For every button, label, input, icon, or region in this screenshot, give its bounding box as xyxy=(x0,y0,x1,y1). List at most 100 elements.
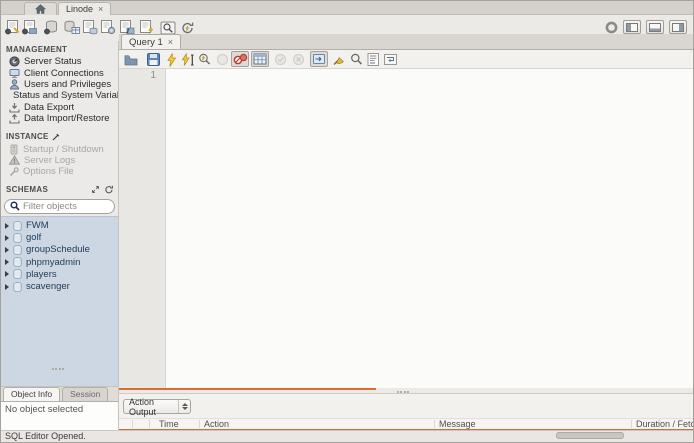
expander-icon[interactable] xyxy=(5,259,9,266)
search-data-icon xyxy=(160,21,175,34)
sidebar-item-users-privileges[interactable]: Users and Privileges xyxy=(1,79,118,90)
limit-rows-button[interactable] xyxy=(251,51,269,67)
sidebar-splitter-grip[interactable] xyxy=(52,368,64,371)
sidebar-item-label: Users and Privileges xyxy=(24,78,112,90)
expander-icon[interactable] xyxy=(5,234,9,241)
create-schema-icon xyxy=(44,20,57,35)
tab-label: Session xyxy=(70,389,101,400)
commit-button[interactable] xyxy=(272,52,288,67)
sidebar-item-label: Data Export xyxy=(24,101,75,113)
schema-item-scavenger[interactable]: scavenger xyxy=(1,280,118,292)
schemas-title-label: SCHEMAS xyxy=(6,184,49,194)
refresh-schemas-icon[interactable] xyxy=(104,185,114,194)
close-icon[interactable]: × xyxy=(98,4,103,14)
stop-query-button[interactable] xyxy=(214,52,230,67)
connection-tabbar: Linode × xyxy=(1,1,693,15)
bottom-panel-icon xyxy=(649,22,661,32)
explain-statement-button[interactable] xyxy=(197,52,213,67)
save-icon xyxy=(146,53,160,66)
horizontal-scrollbar-thumb[interactable] xyxy=(556,432,624,439)
toggle-output-area-button[interactable] xyxy=(646,20,664,34)
home-tab[interactable] xyxy=(24,2,57,15)
stop-icon xyxy=(216,53,228,66)
close-icon[interactable]: × xyxy=(168,37,173,47)
wrap-text-button[interactable] xyxy=(382,52,398,67)
management-section-title: MANAGEMENT xyxy=(1,41,118,56)
invisible-characters-icon xyxy=(367,53,379,66)
schema-icon xyxy=(13,281,22,292)
tab-object-info[interactable]: Object Info xyxy=(3,386,61,401)
connection-tab[interactable]: Linode × xyxy=(58,2,112,15)
find-magnifier-icon xyxy=(350,53,362,65)
tab-query-1[interactable]: Query 1 × xyxy=(121,34,182,49)
tab-session[interactable]: Session xyxy=(62,386,109,401)
users-privileges-icon xyxy=(9,79,20,90)
create-procedure-button[interactable] xyxy=(98,19,117,36)
output-view-label: Action Output xyxy=(129,396,157,417)
output-table-header: Time Action Message Duration / Fetch xyxy=(119,418,693,429)
create-view-button[interactable] xyxy=(80,19,99,36)
create-schema-button[interactable] xyxy=(42,19,61,36)
sidebar-item-data-export[interactable]: Data Export xyxy=(1,102,118,113)
rollback-button[interactable] xyxy=(290,52,306,67)
sql-editor-toolbar xyxy=(119,49,693,69)
sidebar-item-client-connections[interactable]: Client Connections xyxy=(1,67,118,79)
schema-item-phpmyadmin[interactable]: phpmyadmin xyxy=(1,256,118,268)
sidebar-item-server-logs[interactable]: Server Logs xyxy=(1,155,118,166)
open-file-button[interactable] xyxy=(123,52,139,67)
object-info-message: No object selected xyxy=(5,403,84,415)
beautify-script-button[interactable] xyxy=(331,52,347,67)
limit-rows-icon xyxy=(253,53,267,65)
mysql-workbench-window: Linode × MANAGEMENT Server Status Client… xyxy=(0,0,694,443)
server-logs-icon xyxy=(9,155,20,166)
sidebar-item-label: Startup / Shutdown xyxy=(23,143,104,155)
startup-shutdown-icon xyxy=(10,144,18,154)
open-sql-script-button[interactable] xyxy=(20,19,39,36)
toggle-stop-on-error-button[interactable] xyxy=(231,51,249,67)
query-tab-label: Query 1 xyxy=(129,36,163,48)
navigator-sidebar: MANAGEMENT Server Status Client Connecti… xyxy=(1,41,119,442)
invisible-characters-button[interactable] xyxy=(365,52,381,67)
execute-current-statement-button[interactable] xyxy=(180,52,196,67)
create-table-button[interactable] xyxy=(62,19,81,36)
schema-filter-box xyxy=(4,198,115,214)
action-output-selector[interactable]: Action Output xyxy=(123,396,191,417)
execute-statements-button[interactable] xyxy=(163,52,179,67)
sidebar-item-options-file[interactable]: Options File xyxy=(1,166,118,177)
left-panel-icon xyxy=(626,22,638,32)
filter-objects-input[interactable] xyxy=(23,200,109,212)
data-export-icon xyxy=(9,102,20,113)
sidebar-item-server-status[interactable]: Server Status xyxy=(1,56,118,67)
sql-editor[interactable]: 1 xyxy=(119,69,693,388)
edit-instance-icon[interactable] xyxy=(52,133,60,141)
expander-icon[interactable] xyxy=(5,283,9,290)
sidebar-item-startup-shutdown[interactable]: Startup / Shutdown xyxy=(1,143,118,155)
options-file-icon xyxy=(9,167,19,176)
expand-schemas-icon[interactable] xyxy=(91,185,100,194)
create-view-icon xyxy=(83,20,98,35)
expander-icon[interactable] xyxy=(5,246,9,253)
schema-label: phpmyadmin xyxy=(26,256,81,268)
save-script-button[interactable] xyxy=(145,52,161,67)
toggle-autocommit-button[interactable] xyxy=(310,51,328,67)
expander-icon[interactable] xyxy=(5,271,9,278)
toggle-left-sidebar-button[interactable] xyxy=(623,20,641,34)
sidebar-item-system-variables[interactable]: Status and System Variables xyxy=(1,90,118,101)
line-number-gutter: 1 xyxy=(119,69,166,388)
connection-tab-label: Linode xyxy=(66,4,94,14)
status-indicator-icon xyxy=(605,21,618,33)
schema-item-fwm[interactable]: FWM xyxy=(1,220,118,232)
search-icon xyxy=(10,201,20,211)
sidebar-item-data-import[interactable]: Data Import/Restore xyxy=(1,113,118,124)
instance-section-title: INSTANCE xyxy=(1,128,118,143)
find-panel-button[interactable] xyxy=(348,52,364,67)
schema-item-players[interactable]: players xyxy=(1,268,118,280)
schema-item-groupschedule[interactable]: groupSchedule xyxy=(1,244,118,256)
schema-icon xyxy=(13,257,22,268)
lightning-cursor-icon xyxy=(181,52,194,66)
expander-icon[interactable] xyxy=(5,222,9,229)
sidebar-item-label: Client Connections xyxy=(24,67,104,79)
schema-item-golf[interactable]: golf xyxy=(1,232,118,244)
schema-label: groupSchedule xyxy=(26,244,90,256)
toggle-right-sidebar-button[interactable] xyxy=(669,20,687,34)
